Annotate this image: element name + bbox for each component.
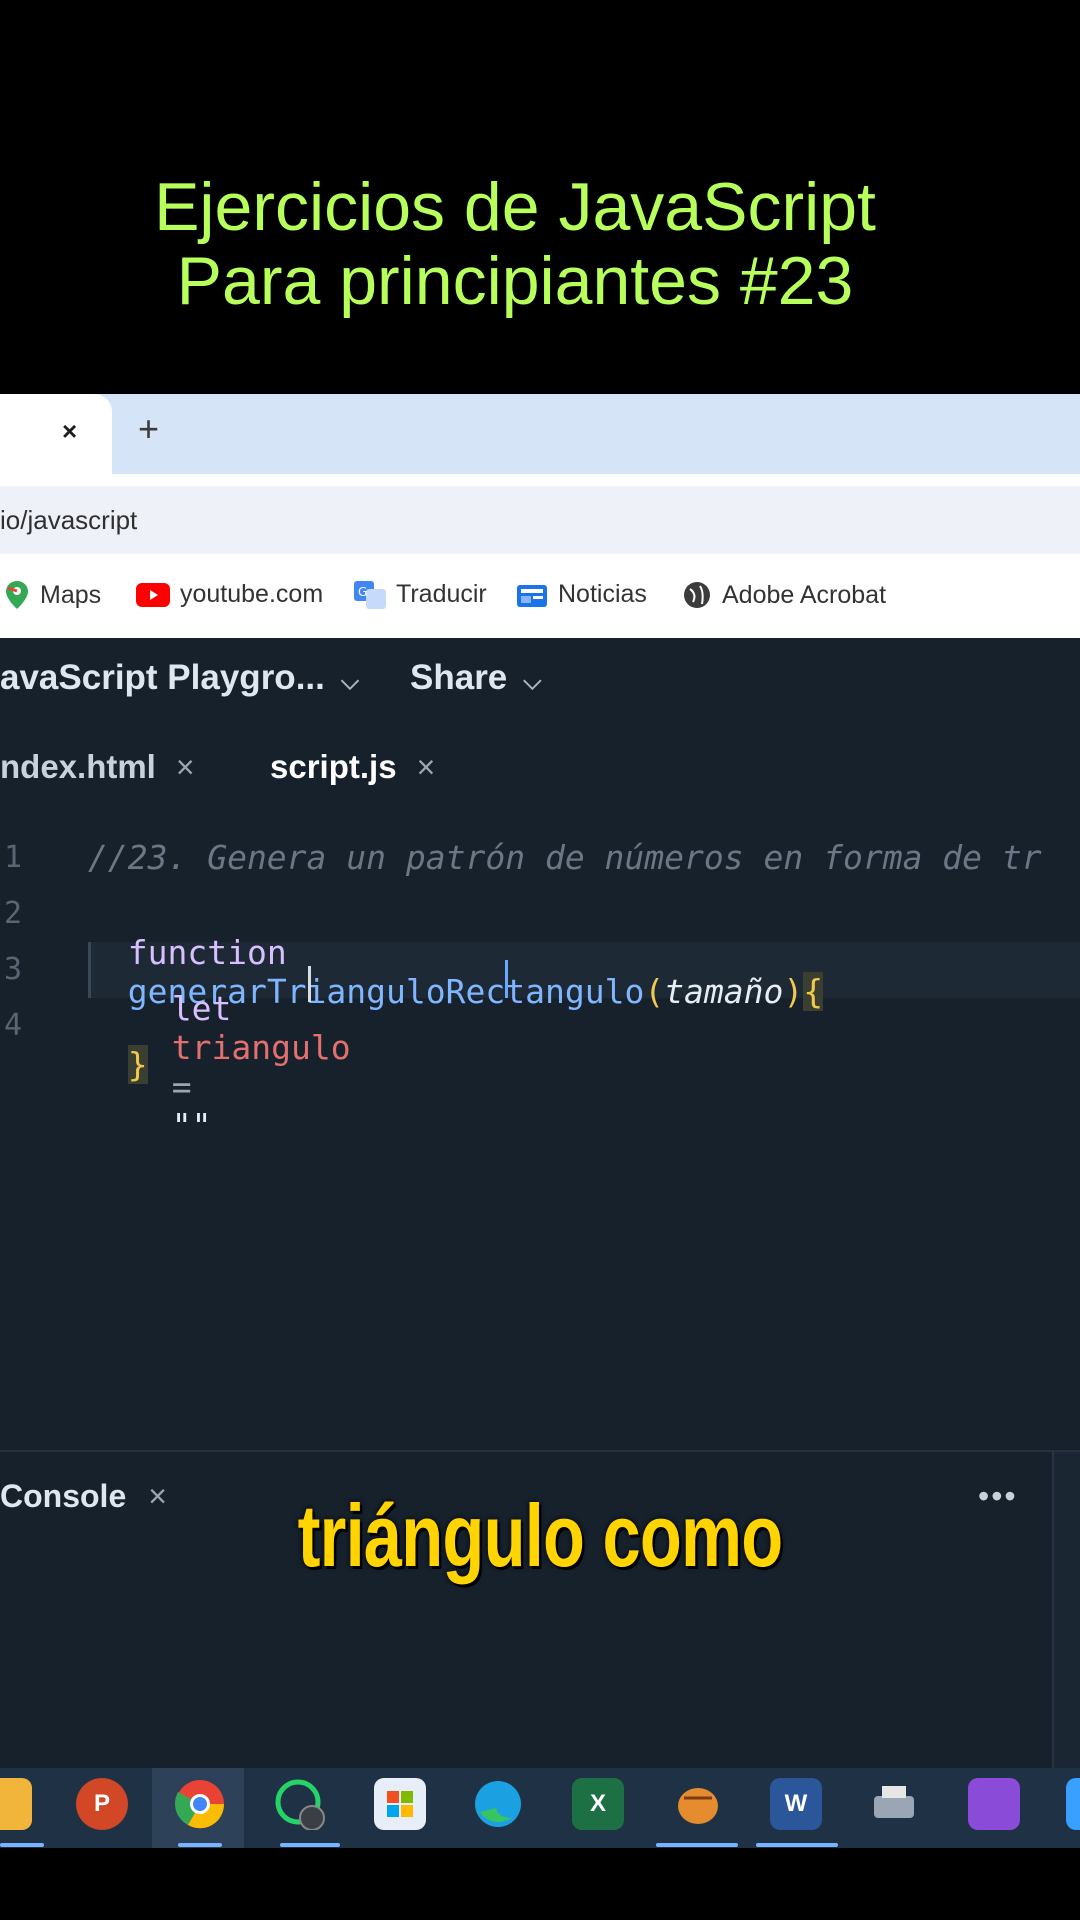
text-caret bbox=[505, 960, 508, 998]
side-panel-edge bbox=[1052, 1452, 1080, 1768]
tab-script-js[interactable]: script.js × bbox=[270, 748, 435, 786]
bookmark-youtube[interactable]: youtube.com bbox=[136, 580, 323, 609]
operator-token: = bbox=[171, 1067, 192, 1106]
tab-close-icon[interactable]: × bbox=[62, 416, 77, 447]
line-number: 1 bbox=[4, 840, 23, 875]
running-indicator bbox=[656, 1843, 738, 1847]
chrome-logo bbox=[174, 1780, 225, 1829]
svg-text:G: G bbox=[358, 585, 367, 599]
keyword-token: let bbox=[171, 989, 232, 1028]
console-tab-label: Console bbox=[0, 1478, 127, 1514]
browser-tabstrip bbox=[0, 394, 1080, 474]
paren-token: ) bbox=[783, 972, 804, 1011]
globe-icon bbox=[684, 582, 710, 608]
brace-token: { bbox=[803, 972, 824, 1011]
bookmark-maps[interactable]: Maps bbox=[4, 580, 101, 610]
running-indicator bbox=[280, 1843, 340, 1847]
project-title: avaScript Playgro... bbox=[0, 658, 325, 697]
tab-index-html[interactable]: ndex.html × bbox=[0, 748, 195, 786]
word-icon[interactable]: W bbox=[770, 1778, 822, 1830]
bookmark-adobe-acrobat[interactable]: Adobe Acrobat bbox=[682, 580, 886, 610]
code-line-1: //23. Genera un patrón de números en for… bbox=[88, 838, 1042, 877]
excel-icon[interactable]: X bbox=[572, 1778, 624, 1830]
line-number: 4 bbox=[4, 1008, 23, 1043]
tab-label: script.js bbox=[270, 748, 397, 785]
running-indicator bbox=[756, 1843, 838, 1847]
chrome-icon[interactable] bbox=[174, 1778, 226, 1830]
title-line-2: Para principiantes #23 bbox=[176, 243, 854, 319]
url-text[interactable]: io/javascript bbox=[0, 505, 137, 536]
new-tab-button[interactable]: + bbox=[138, 408, 159, 450]
bookmark-noticias[interactable]: Noticias bbox=[516, 580, 647, 609]
map-pin-icon bbox=[6, 581, 28, 609]
youtube-icon bbox=[136, 582, 170, 607]
edge-logo bbox=[475, 1781, 521, 1827]
printer-icon[interactable] bbox=[868, 1778, 920, 1830]
video-title: Ejercicios de JavaScript Para principian… bbox=[0, 170, 1030, 318]
glove-logo bbox=[678, 1788, 718, 1824]
chevron-down-icon: ⌵ bbox=[340, 668, 360, 695]
share-dropdown[interactable]: Share ⌵ bbox=[410, 658, 541, 698]
code-line-3: let triangulo = "" bbox=[132, 950, 351, 1145]
edge-icon[interactable] bbox=[472, 1778, 524, 1830]
video-caption: triángulo como bbox=[297, 1486, 784, 1585]
brace-token: } bbox=[127, 1045, 148, 1084]
running-indicator bbox=[178, 1843, 222, 1847]
whatsapp-logo bbox=[275, 1779, 325, 1830]
param-token: tamaño bbox=[664, 972, 784, 1011]
printer-logo bbox=[874, 1786, 914, 1818]
close-icon[interactable]: × bbox=[176, 749, 195, 786]
powerpoint-icon[interactable]: P bbox=[76, 1778, 128, 1830]
line-number: 3 bbox=[4, 952, 23, 987]
string-token: "" bbox=[171, 1106, 212, 1145]
bookmark-label: Noticias bbox=[558, 580, 647, 608]
whatsapp-icon[interactable] bbox=[274, 1778, 326, 1830]
bottom-band bbox=[0, 1848, 1080, 1920]
news-icon bbox=[517, 584, 547, 607]
title-line-1: Ejercicios de JavaScript bbox=[154, 169, 876, 245]
app-icon[interactable] bbox=[672, 1778, 724, 1830]
store-grid bbox=[387, 1791, 413, 1817]
file-explorer-icon[interactable] bbox=[0, 1778, 32, 1830]
more-options-icon[interactable]: ••• bbox=[978, 1478, 1018, 1515]
line-number: 2 bbox=[4, 896, 23, 931]
variable-token: triangulo bbox=[171, 1028, 351, 1067]
bookmark-traducir[interactable]: G Traducir bbox=[354, 580, 487, 609]
bookmark-label: Adobe Acrobat bbox=[722, 580, 887, 609]
paren-token: ( bbox=[644, 972, 665, 1011]
share-label: Share bbox=[410, 658, 508, 697]
running-indicator bbox=[0, 1843, 44, 1847]
browser-tab[interactable] bbox=[0, 394, 112, 474]
video-editor-icon[interactable] bbox=[968, 1778, 1020, 1830]
photos-icon[interactable] bbox=[1066, 1778, 1080, 1830]
project-title-dropdown[interactable]: avaScript Playgro... ⌵ bbox=[0, 658, 359, 698]
bookmark-label: Maps bbox=[40, 580, 102, 609]
bookmark-label: Traducir bbox=[396, 580, 487, 608]
microsoft-store-icon[interactable] bbox=[374, 1778, 426, 1830]
close-icon[interactable]: × bbox=[417, 749, 436, 786]
chevron-down-icon: ⌵ bbox=[523, 668, 542, 695]
address-bar[interactable] bbox=[0, 486, 1080, 554]
bookmark-label: youtube.com bbox=[180, 580, 324, 608]
code-line-4: } bbox=[88, 1006, 148, 1084]
ibeam-cursor-icon bbox=[308, 966, 311, 1002]
tab-label: ndex.html bbox=[0, 748, 156, 785]
translate-icon: G bbox=[354, 580, 386, 609]
